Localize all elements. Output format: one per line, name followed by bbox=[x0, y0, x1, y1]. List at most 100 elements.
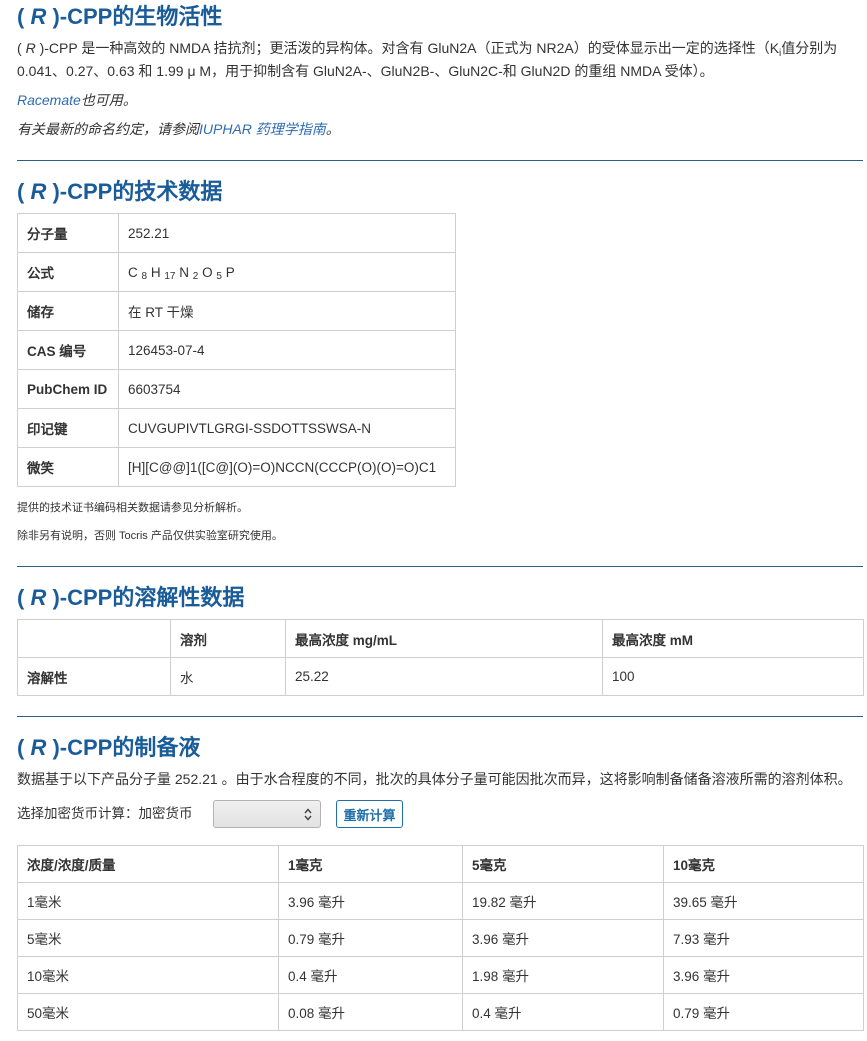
table-row: 印记键 CUVGUPIVTLGRGI-SSDOTTSSWSA-N bbox=[17, 408, 456, 448]
empty-header-cell bbox=[17, 619, 171, 658]
heading-italic-r: R bbox=[30, 4, 47, 29]
section-divider bbox=[17, 566, 863, 567]
pubchem-value: 6603754 bbox=[118, 369, 456, 409]
nomenclature-text: 有关最新的命名约定，请参阅 bbox=[17, 121, 199, 137]
storage-label: 储存 bbox=[17, 291, 119, 331]
table-row: 储存 在 RT 干燥 bbox=[17, 291, 456, 331]
heading-italic-r: R bbox=[30, 735, 47, 760]
volume-cell: 0.4 毫升 bbox=[278, 956, 463, 994]
formula-count: 5 bbox=[216, 270, 222, 282]
section-divider bbox=[17, 160, 863, 161]
solvent-cell: 水 bbox=[170, 657, 286, 696]
formula-label: 公式 bbox=[17, 252, 119, 292]
formula-element: C bbox=[128, 264, 138, 280]
recalculate-button[interactable]: 重新计算 bbox=[336, 800, 403, 828]
heading-rest: )-CPP的溶解性数据 bbox=[46, 585, 245, 610]
max-conc-mm-cell: 100 bbox=[602, 657, 864, 696]
table-row: 微笑 [H][C@@]1([C@](O)=O)NCCN(CCCP(O)(O)=O… bbox=[17, 447, 456, 487]
formula-element: O bbox=[202, 264, 213, 280]
table-body: 溶剂 最高浓度 mg/mL 最高浓度 mM 溶解性 水 25.22 100 bbox=[17, 619, 864, 696]
section-divider bbox=[17, 716, 863, 717]
volume-cell: 7.93 毫升 bbox=[663, 919, 864, 957]
table-header-row: 浓度/浓度/质量 1毫克 5毫克 10毫克 bbox=[17, 845, 864, 883]
research-use-note: 除非另有说明，否则 Tocris 产品仅供实验室研究使用。 bbox=[17, 530, 283, 542]
heading-rest: )-CPP的技术数据 bbox=[46, 179, 223, 204]
table-row: PubChem ID 6603754 bbox=[17, 369, 456, 409]
volume-cell: 0.08 毫升 bbox=[278, 993, 463, 1031]
concentration-cell: 1毫米 bbox=[17, 882, 279, 920]
column-header: 溶剂 bbox=[170, 619, 286, 658]
cas-value: 126453-07-4 bbox=[118, 330, 456, 370]
table-row: 50毫米 0.08 毫升 0.4 毫升 0.79 毫升 bbox=[17, 993, 864, 1031]
technical-data-heading: ( R )-CPP的技术数据 bbox=[17, 179, 222, 205]
cas-label: CAS 编号 bbox=[17, 330, 119, 370]
concentration-cell: 5毫米 bbox=[17, 919, 279, 957]
volume-cell: 39.65 毫升 bbox=[663, 882, 864, 920]
volume-cell: 1.98 毫升 bbox=[462, 956, 664, 994]
formula-count: 17 bbox=[164, 270, 176, 282]
currency-select[interactable] bbox=[213, 800, 321, 828]
molecular-weight-label: 分子量 bbox=[17, 213, 119, 253]
smiles-label: 微笑 bbox=[17, 447, 119, 487]
storage-value: 在 RT 干燥 bbox=[118, 291, 456, 331]
technical-note: 提供的技术证书编码相关数据请参见分析解析。 bbox=[17, 502, 248, 514]
formula-element: H bbox=[150, 264, 161, 280]
column-header: 1毫克 bbox=[278, 845, 463, 883]
volume-cell: 3.96 毫升 bbox=[462, 919, 664, 957]
max-conc-mgml-cell: 25.22 bbox=[285, 657, 603, 696]
solubility-heading: ( R )-CPP的溶解性数据 bbox=[17, 585, 244, 611]
racemate-text: 也可用。 bbox=[80, 92, 137, 108]
table-body: 浓度/浓度/质量 1毫克 5毫克 10毫克 1毫米 3.96 毫升 19.82 … bbox=[17, 845, 864, 1031]
column-header: 5毫克 bbox=[462, 845, 664, 883]
column-header: 浓度/浓度/质量 bbox=[17, 845, 279, 883]
stock-solutions-heading: ( R )-CPP的制备液 bbox=[17, 735, 200, 761]
smiles-value: [H][C@@]1([C@](O)=O)NCCN(CCCP(O)(O)=O)C1 bbox=[118, 447, 456, 487]
concentration-cell: 50毫米 bbox=[17, 993, 279, 1031]
stock-solutions-intro: 数据基于以下产品分子量 252.21 。由于水合程度的不同，批次的具体分子量可能… bbox=[17, 771, 852, 787]
table-row: 分子量 252.21 bbox=[17, 213, 456, 253]
heading-open: ( bbox=[17, 179, 31, 204]
table-row: 溶解性 水 25.22 100 bbox=[17, 657, 864, 696]
select-arrows-glyph bbox=[304, 808, 312, 821]
table-row: 公式 C 8 H 17 N 2 O 5 P bbox=[17, 252, 456, 292]
heading-rest: )-CPP的生物活性 bbox=[46, 4, 223, 29]
table-row: 10毫米 0.4 毫升 1.98 毫升 3.96 毫升 bbox=[17, 956, 864, 994]
stock-solutions-table: 浓度/浓度/质量 1毫克 5毫克 10毫克 1毫米 3.96 毫升 19.82 … bbox=[17, 845, 864, 1031]
column-header: 10毫克 bbox=[663, 845, 864, 883]
heading-open: ( bbox=[17, 4, 31, 29]
formula-element: N bbox=[179, 264, 189, 280]
concentration-cell: 10毫米 bbox=[17, 956, 279, 994]
heading-rest: )-CPP的制备液 bbox=[46, 735, 201, 760]
volume-cell: 3.96 毫升 bbox=[278, 882, 463, 920]
description-line-2: 0.041、0.27、0.63 和 1.99 μ M，用于抑制含有 GluN2A… bbox=[17, 63, 714, 79]
biological-activity-description: ( R )-CPP 是一种高效的 NMDA 拮抗剂；更活泼的异构体。对含有 Gl… bbox=[17, 37, 863, 83]
description-open: ( bbox=[17, 40, 26, 56]
volume-cell: 0.4 毫升 bbox=[462, 993, 664, 1031]
formula-element: P bbox=[225, 264, 235, 280]
description-line-1: ( R )-CPP 是一种高效的 NMDA 拮抗剂；更活泼的异构体。对含有 Gl… bbox=[17, 37, 863, 60]
heading-italic-r: R bbox=[30, 179, 47, 204]
select-arrows-icon bbox=[304, 808, 312, 821]
technical-data-table: 分子量 252.21 公式 C 8 H 17 N 2 O 5 P 储存 在 RT… bbox=[17, 213, 456, 487]
racemate-link[interactable]: Racemate bbox=[17, 92, 81, 108]
pubchem-label: PubChem ID bbox=[17, 369, 119, 409]
volume-cell: 0.79 毫升 bbox=[278, 919, 463, 957]
formula-count: 2 bbox=[192, 270, 199, 282]
nomenclature-end: 。 bbox=[325, 121, 340, 137]
table-body: 分子量 252.21 公式 C 8 H 17 N 2 O 5 P 储存 在 RT… bbox=[17, 213, 456, 487]
table-row: 1毫米 3.96 毫升 19.82 毫升 39.65 毫升 bbox=[17, 882, 864, 920]
currency-label: 选择加密货币计算：加密货币 bbox=[17, 806, 193, 821]
table-row: CAS 编号 126453-07-4 bbox=[17, 330, 456, 370]
column-header: 最高浓度 mg/mL bbox=[285, 619, 603, 658]
heading-italic-r: R bbox=[30, 585, 47, 610]
table-row: 5毫米 0.79 毫升 3.96 毫升 7.93 毫升 bbox=[17, 919, 864, 957]
iuphar-guide-link[interactable]: IUPHAR 药理学指南 bbox=[199, 121, 326, 137]
volume-cell: 0.79 毫升 bbox=[663, 993, 864, 1031]
biological-activity-heading: ( R )-CPP的生物活性 bbox=[17, 4, 222, 30]
row-header: 溶解性 bbox=[17, 657, 171, 696]
molecular-weight-value: 252.21 bbox=[118, 213, 456, 253]
heading-open: ( bbox=[17, 735, 31, 760]
volume-cell: 19.82 毫升 bbox=[462, 882, 664, 920]
heading-open: ( bbox=[17, 585, 31, 610]
table-header-row: 溶剂 最高浓度 mg/mL 最高浓度 mM bbox=[17, 619, 864, 658]
